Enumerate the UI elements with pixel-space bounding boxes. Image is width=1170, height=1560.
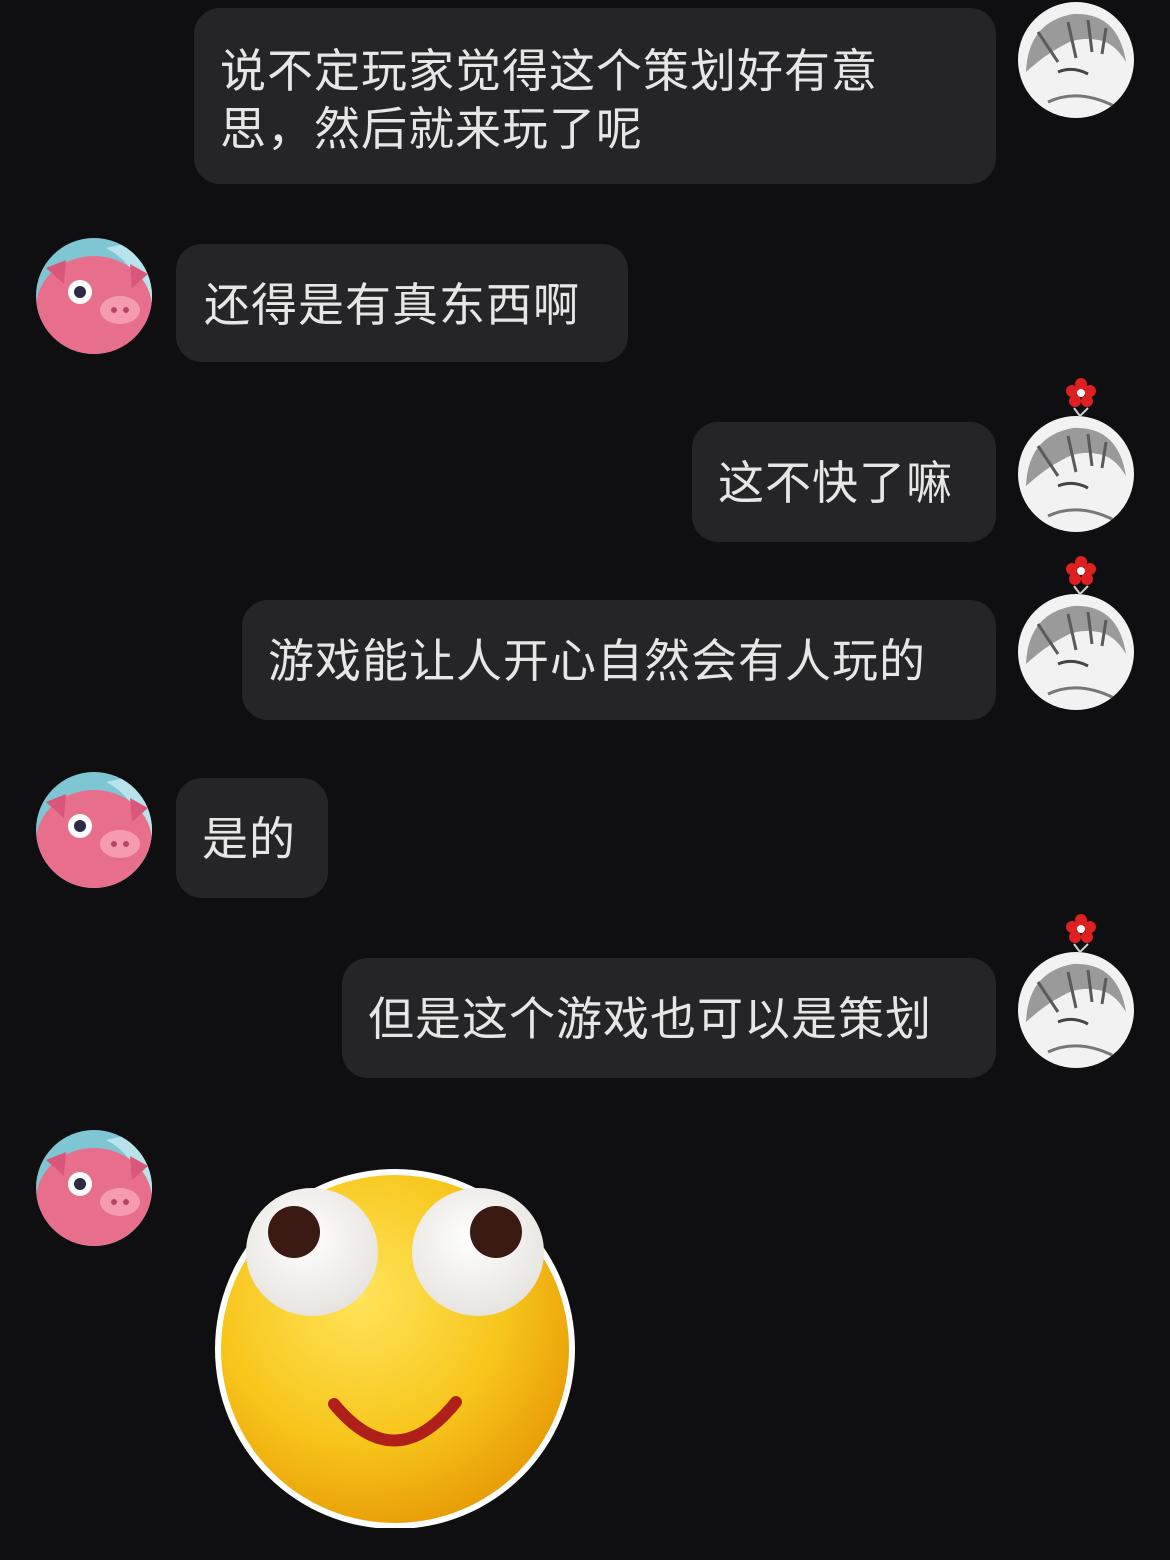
red-flower-badge-icon (1066, 914, 1096, 952)
pink-pig-avatar[interactable] (36, 1130, 152, 1246)
red-flower-badge-icon (1066, 556, 1096, 594)
red-flower-badge-icon (1066, 378, 1096, 416)
message-text: 但是这个游戏也可以是策划 (368, 992, 932, 1046)
message-bubble-me[interactable]: 这不快了嘛 (692, 422, 996, 542)
message-bubble-me[interactable]: 说不定玩家觉得这个策划好有意 思，然后就来玩了呢 (194, 8, 996, 184)
message-bubble-other[interactable]: 还得是有真东西啊 (176, 244, 628, 362)
self-avatar[interactable] (1018, 594, 1134, 710)
self-avatar[interactable] (1018, 952, 1134, 1068)
pink-pig-avatar[interactable] (36, 772, 152, 888)
rolling-eyes-smiley-sticker[interactable] (212, 1166, 578, 1528)
message-bubble-me[interactable]: 但是这个游戏也可以是策划 (342, 958, 996, 1078)
message-bubble-other[interactable]: 是的 (176, 778, 328, 898)
self-avatar[interactable] (1018, 416, 1134, 532)
message-text: 思，然后就来玩了呢 (220, 102, 643, 156)
message-text: 还得是有真东西啊 (204, 278, 580, 332)
message-bubble-me[interactable]: 游戏能让人开心自然会有人玩的 (242, 600, 996, 720)
message-text: 游戏能让人开心自然会有人玩的 (268, 634, 926, 688)
message-text: 是的 (202, 812, 296, 866)
self-avatar[interactable] (1018, 2, 1134, 118)
message-text: 说不定玩家觉得这个策划好有意 (220, 44, 878, 98)
message-text: 这不快了嘛 (718, 456, 953, 510)
pink-pig-avatar[interactable] (36, 238, 152, 354)
